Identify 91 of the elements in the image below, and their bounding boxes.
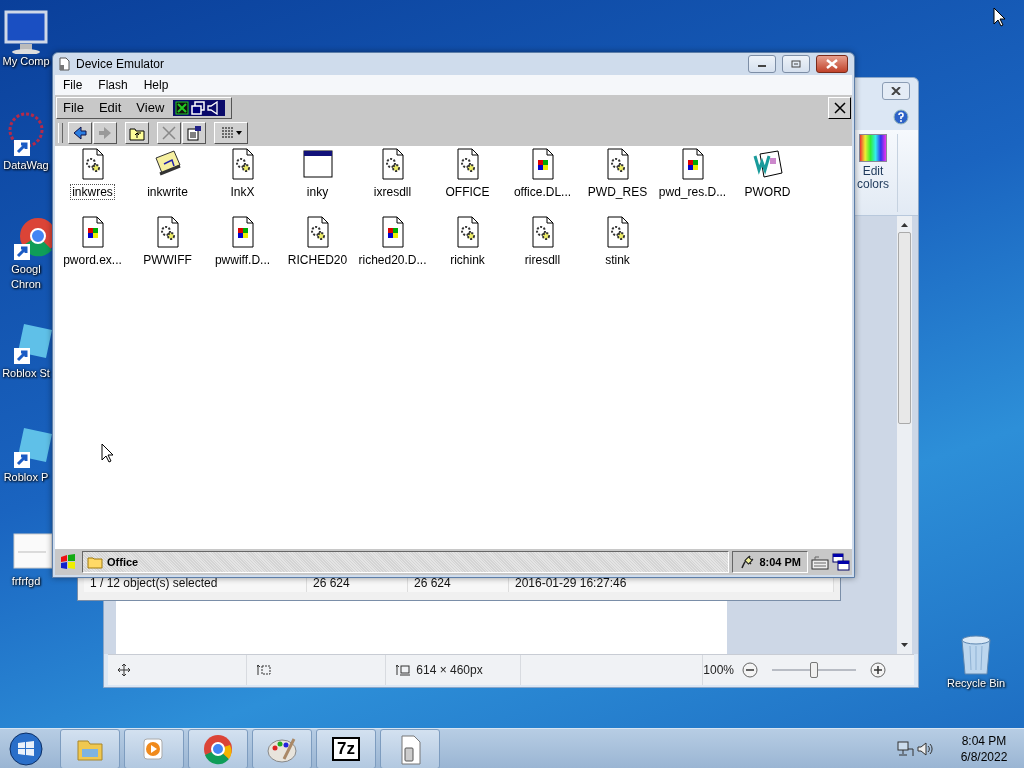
file-name[interactable]: richink [448,252,487,268]
file-name[interactable]: ixresdll [371,184,414,200]
file-name[interactable]: pword.ex... [61,252,124,268]
file-name[interactable]: PWD_RES [585,184,650,200]
desktop-icon-label[interactable]: Roblox St [0,366,52,381]
file-name[interactable]: PWWIFF [141,252,194,268]
pointer-icon [993,7,1007,27]
move-icon [118,664,130,676]
close-icon [833,101,846,114]
file-name[interactable]: riched20.D... [356,252,429,268]
power-plug-icon[interactable] [739,554,756,570]
desktop-icon-label[interactable]: DataWag [0,158,52,173]
taskbar-app-button[interactable] [124,728,184,768]
archiver-logo: 7z [332,736,360,761]
close-icon [891,87,901,95]
scroll-down-icon[interactable] [900,642,909,648]
forward-button[interactable] [93,122,117,144]
file-icon[interactable] [751,148,784,180]
properties-icon [186,125,202,141]
forward-icon [97,125,113,141]
file-name[interactable]: RICHED20 [285,252,350,268]
caret-icon [236,131,242,135]
network-icon[interactable] [896,739,914,758]
file-name[interactable]: InkX [228,184,257,200]
clock-time: 8:04 PM [759,556,801,568]
help-icon[interactable] [893,109,909,125]
folder-icon [87,555,103,569]
zoom-percent: 100% [703,663,734,677]
clock[interactable]: 8:04 PM 6/8/2022 [944,732,1024,765]
menu-item[interactable]: Edit [98,100,122,115]
folder-up-icon [129,125,145,141]
close-button[interactable] [816,55,848,73]
keyboard-icon[interactable] [811,554,829,570]
zoom-out-button[interactable] [742,662,758,678]
file-name[interactable]: PWORD [742,184,793,200]
folder-up-button[interactable] [125,122,149,144]
desktop-icon-label[interactable]: Recycle Bin [946,676,1006,691]
selection-size-icon [257,664,272,676]
taskbar-app-button[interactable] [380,728,440,768]
close-icon [826,59,838,69]
close-button[interactable] [882,82,910,100]
menu-item[interactable]: View [136,100,165,115]
zoom-in-button[interactable] [870,662,886,678]
delete-icon [161,125,177,141]
file-name[interactable]: office.DL... [511,184,574,200]
file-name[interactable]: pwd_res.D... [656,184,729,200]
window-title: Device Emulator [76,57,165,71]
file-name[interactable]: riresdll [522,252,563,268]
file-name[interactable]: inkwrite [145,184,190,200]
maximize-icon [791,60,801,68]
file-name[interactable]: inky [304,184,331,200]
minimize-button[interactable] [748,55,776,73]
taskbar-app-button[interactable] [252,728,312,768]
file-name[interactable]: stink [603,252,632,268]
desktop-icon-label[interactable]: frfrfgd [0,574,52,589]
taskbar-app-button[interactable]: 7z [316,728,376,768]
scrollbar[interactable] [897,216,912,654]
delete-button[interactable] [157,122,181,144]
list-view-icon [220,125,236,141]
windows-icon[interactable] [191,100,206,115]
pointer-icon [101,443,115,463]
properties-button[interactable] [182,122,206,144]
menu-item[interactable]: File [63,100,84,115]
file-icon[interactable] [301,148,334,180]
menu-item[interactable]: File [63,78,83,92]
speaker-icon[interactable] [916,739,934,758]
speaker-icon[interactable] [207,100,220,115]
back-button[interactable] [68,122,92,144]
back-icon [72,125,88,141]
slider-thumb[interactable] [810,662,818,678]
file-name[interactable]: pwwiff.D... [212,252,273,268]
desktop-icon-label[interactable]: My Comp [0,54,52,69]
windows-icon[interactable] [832,553,850,571]
maximize-button[interactable] [782,55,810,73]
windows-flag-icon [59,553,77,571]
desktop-icon-label[interactable]: Googl Chron [0,262,52,292]
color-spectrum-icon [859,134,887,162]
menu-item[interactable]: Help [143,78,169,92]
app-icon [58,57,70,71]
canvas-size-icon [396,664,411,676]
taskbar-button[interactable]: Office [82,551,730,573]
edit-colors-button[interactable]: Edit colors [855,134,891,191]
scroll-up-icon[interactable] [900,222,909,228]
file-name[interactable]: inkwres [70,184,115,200]
canvas-size-text: 614 × 460px [416,663,483,677]
desktop-icon-label[interactable]: Roblox P [0,470,52,485]
start-button[interactable] [8,730,44,767]
taskbar-app-button[interactable] [188,728,248,768]
menu-item[interactable]: Flash [98,78,128,92]
file-name[interactable]: OFFICE [443,184,492,200]
views-button[interactable] [214,122,248,144]
